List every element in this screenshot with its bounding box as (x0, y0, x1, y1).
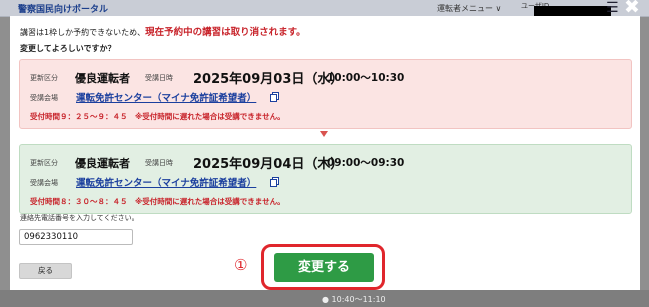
user-id-box: ユーザID (519, 0, 617, 17)
venue-link[interactable]: 運転免許センター（マイナ免許証希望者） (76, 90, 256, 104)
date-label: 受講日時 (145, 74, 173, 82)
date-value: 2025年09月03日（水） (193, 72, 344, 87)
change-arrow-icon (320, 131, 328, 137)
date-label: 受講日時 (145, 159, 173, 167)
back-button[interactable]: 戻る (19, 263, 72, 279)
venue-label: 受講会場 (30, 94, 58, 102)
step-marker: ① (234, 256, 248, 274)
driver-menu[interactable]: 運転者メニュー ∨ (437, 3, 501, 14)
confirm-change-dialog: 講習は1枠しか予約できないため、現在予約中の講習は取り消されます。 変更してよろ… (10, 16, 640, 290)
hamburger-menu-icon[interactable]: ☰ (606, 0, 619, 16)
background-time-text: ● 10:40～11:10 (322, 295, 386, 304)
confirm-question: 変更してよろしいですか？ (20, 44, 116, 53)
portal-title[interactable]: 警察国民向けポータル (18, 2, 108, 15)
new-reservation-card: 更新区分 優良運転者 受講日時 2025年09月04日（木） 09:00～09:… (19, 144, 632, 214)
close-icon[interactable]: ✖ (624, 0, 640, 17)
portal-header: 警察国民向けポータル 運転者メニュー ∨ ユーザID ☰ (0, 0, 649, 17)
category-value: 優良運転者 (75, 157, 130, 170)
category-label: 更新区分 (30, 159, 58, 167)
venue-label: 受講会場 (30, 179, 58, 187)
confirm-change-button[interactable]: 変更する (274, 253, 374, 282)
category-value: 優良運転者 (75, 72, 130, 85)
time-value: 10:00～10:30 (327, 72, 405, 84)
reception-time-warning: 受付時間８：３０～８：４５ ※受付時間に遅れた場合は受講できません。 (30, 197, 285, 206)
phone-prompt: 連絡先電話番号を入力してください。 (20, 214, 139, 222)
external-link-icon[interactable] (270, 177, 279, 187)
date-value: 2025年09月04日（木） (193, 157, 344, 172)
venue-link[interactable]: 運転免許センター（マイナ免許証希望者） (76, 175, 256, 189)
current-reservation-card: 更新区分 優良運転者 受講日時 2025年09月03日（水） 10:00～10:… (19, 59, 632, 129)
reception-time-warning: 受付時間９：２５～９：４５ ※受付時間に遅れた場合は受講できません。 (30, 112, 285, 121)
phone-number-input[interactable] (19, 229, 133, 245)
category-label: 更新区分 (30, 74, 58, 82)
external-link-icon[interactable] (270, 92, 279, 102)
time-value: 09:00～09:30 (327, 157, 405, 169)
cancel-warning-emphasis: 現在予約中の講習は取り消されます。 (145, 27, 306, 38)
cancel-warning-message: 講習は1枠しか予約できないため、現在予約中の講習は取り消されます。 (20, 27, 306, 38)
